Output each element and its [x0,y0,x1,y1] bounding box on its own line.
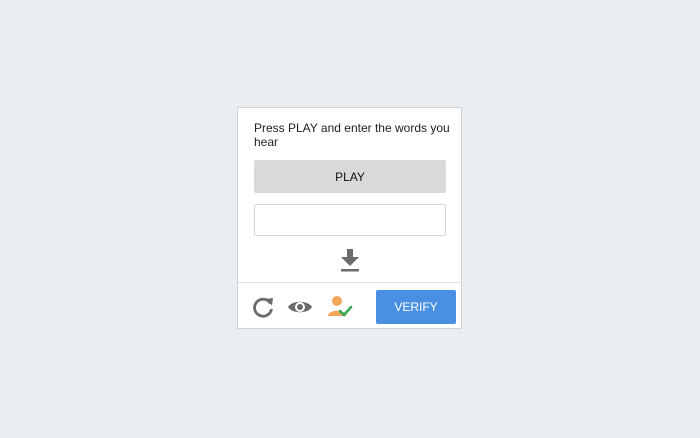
verify-button[interactable]: VERIFY [376,290,456,324]
footer-divider [238,282,461,283]
user-check-icon[interactable] [326,294,353,320]
captcha-instructions: Press PLAY and enter the words you hear [254,121,450,149]
play-button[interactable]: PLAY [254,160,446,193]
captcha-widget: Press PLAY and enter the words you hear … [237,107,462,329]
answer-input[interactable] [254,204,446,236]
reload-icon[interactable] [250,294,276,320]
eye-icon[interactable] [287,294,313,320]
download-icon[interactable] [338,247,362,273]
